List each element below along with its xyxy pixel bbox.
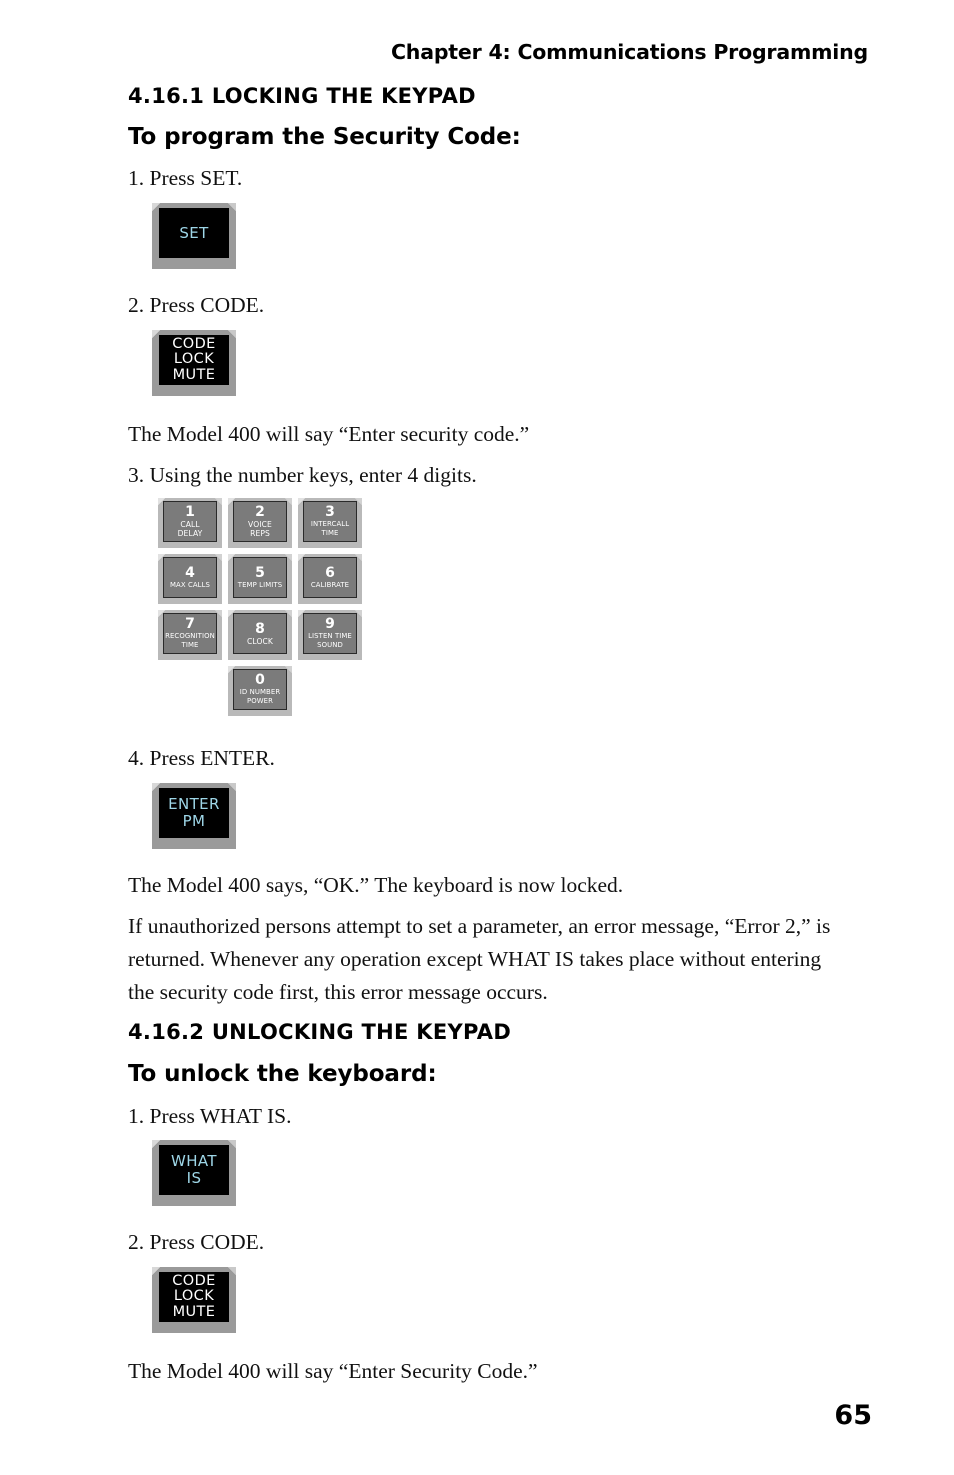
- keypad-key-2-label-1: VOICE: [248, 520, 272, 529]
- key-what-is[interactable]: WHAT IS: [152, 1140, 236, 1206]
- keypad-key-9[interactable]: 9 LISTEN TIME SOUND: [298, 610, 362, 660]
- keypad-key-0-label-1: ID NUMBER: [239, 688, 281, 696]
- keypad-key-7-face: 7 RECOGNITION TIME: [163, 613, 217, 654]
- key-code-lock-mute-2[interactable]: CODE LOCK MUTE: [152, 1267, 236, 1333]
- subheading-unlock-keyboard: To unlock the keyboard:: [128, 1061, 437, 1087]
- key-code-lock-mute-face: CODE LOCK MUTE: [159, 335, 229, 385]
- key-lock-label: LOCK: [173, 351, 215, 368]
- keypad-key-8[interactable]: 8 CLOCK: [228, 610, 292, 660]
- key-mute-label-2: MUTE: [172, 1303, 216, 1320]
- subheading-program-security-code: To program the Security Code:: [128, 124, 521, 150]
- keypad-key-2-face: 2 VOICE REPS: [233, 501, 287, 542]
- step-4-press-enter: 4. Press ENTER.: [128, 746, 275, 770]
- text-error-paragraph: If unauthorized persons attempt to set a…: [128, 914, 831, 1004]
- key-pm-label: PM: [182, 812, 206, 830]
- keypad-key-2-digit: 2: [255, 504, 265, 520]
- keypad-key-1-face: 1 CALL DELAY: [163, 501, 217, 542]
- key-lock-label-2: LOCK: [173, 1288, 215, 1305]
- keypad-key-0[interactable]: 0 ID NUMBER POWER: [228, 666, 292, 716]
- key-code-label-2: CODE: [172, 1272, 216, 1289]
- key-enter-pm-face: ENTER PM: [159, 788, 229, 838]
- key-is-label: IS: [186, 1169, 202, 1187]
- keypad-key-6-digit: 6: [325, 564, 335, 581]
- keypad-key-6[interactable]: 6 CALIBRATE: [298, 554, 362, 604]
- keypad-key-3[interactable]: 3 INTERCALL TIME: [298, 498, 362, 548]
- keypad-key-5-digit: 5: [255, 564, 265, 581]
- keypad-key-9-digit: 9: [325, 616, 335, 632]
- keypad-row-2: 4 MAX CALLS 5 TEMP LIMITS 6 CALIBRATE: [158, 554, 368, 610]
- keypad-key-7[interactable]: 7 RECOGNITION TIME: [158, 610, 222, 660]
- keypad-key-3-label-1: INTERCALL: [310, 520, 350, 528]
- step-1-press-set: 1. Press SET.: [128, 166, 243, 190]
- step-u1-press-what-is: 1. Press WHAT IS.: [128, 1104, 292, 1128]
- key-set-label-1: SET: [179, 223, 209, 242]
- key-mute-label: MUTE: [172, 366, 216, 383]
- key-set-face: SET: [159, 208, 229, 258]
- key-code-label: CODE: [172, 335, 216, 352]
- keypad-key-0-face: 0 ID NUMBER POWER: [233, 669, 287, 710]
- keypad-key-7-label-2: TIME: [181, 641, 199, 649]
- keypad-key-6-face: 6 CALIBRATE: [303, 557, 357, 598]
- text-say-enter-security-code-lower: The Model 400 will say “Enter security c…: [128, 422, 530, 446]
- keypad-key-2[interactable]: 2 VOICE REPS: [228, 498, 292, 548]
- keypad-key-5-face: 5 TEMP LIMITS: [233, 557, 287, 598]
- keypad-key-4[interactable]: 4 MAX CALLS: [158, 554, 222, 604]
- key-what-label: WHAT: [171, 1152, 217, 1170]
- key-enter-pm[interactable]: ENTER PM: [152, 783, 236, 849]
- keypad-key-0-label-2: POWER: [246, 697, 274, 705]
- keypad-key-9-label-2: SOUND: [317, 641, 343, 649]
- keypad-key-1[interactable]: 1 CALL DELAY: [158, 498, 222, 548]
- key-what-is-face: WHAT IS: [159, 1145, 229, 1195]
- keypad-key-1-label-2: DELAY: [177, 529, 203, 538]
- heading-section-4-16-1: 4.16.1 LOCKING THE KEYPAD: [128, 84, 476, 108]
- keypad-row-4: 0 ID NUMBER POWER: [158, 666, 368, 722]
- keypad-key-5[interactable]: 5 TEMP LIMITS: [228, 554, 292, 604]
- key-code-lock-mute[interactable]: CODE LOCK MUTE: [152, 330, 236, 396]
- step-2-press-code: 2. Press CODE.: [128, 293, 265, 317]
- keypad-key-6-label-1: CALIBRATE: [310, 580, 350, 589]
- keypad-key-2-label-2: REPS: [250, 529, 270, 538]
- keypad-key-4-face: 4 MAX CALLS: [163, 557, 217, 598]
- keypad-key-0-digit: 0: [255, 672, 265, 688]
- keypad-key-9-label-1: LISTEN TIME: [308, 632, 352, 640]
- key-set[interactable]: SET: [152, 203, 236, 269]
- numeric-keypad: 1 CALL DELAY 2 VOICE REPS 3 INTERCALL TI…: [158, 498, 368, 726]
- text-say-enter-security-code-upper: The Model 400 will say “Enter Security C…: [128, 1359, 538, 1383]
- keypad-key-3-face: 3 INTERCALL TIME: [303, 501, 357, 542]
- keypad-key-8-label-1: CLOCK: [246, 636, 274, 646]
- keypad-key-7-digit: 7: [185, 616, 195, 632]
- keypad-key-7-label-1: RECOGNITION: [165, 632, 215, 640]
- keypad-key-3-digit: 3: [325, 504, 335, 520]
- keypad-key-5-label-1: TEMP LIMITS: [237, 580, 283, 589]
- page-number: 65: [834, 1400, 872, 1431]
- running-head: Chapter 4: Communications Programming: [390, 40, 868, 64]
- keypad-key-1-label-1: CALL: [180, 520, 200, 529]
- step-u2-press-code: 2. Press CODE.: [128, 1230, 265, 1254]
- keypad-key-8-digit: 8: [255, 620, 265, 637]
- step-3-using-number-keys: 3. Using the number keys, enter 4 digits…: [128, 463, 477, 487]
- keypad-key-9-face: 9 LISTEN TIME SOUND: [303, 613, 357, 654]
- keypad-row-1: 1 CALL DELAY 2 VOICE REPS 3 INTERCALL TI…: [158, 498, 368, 554]
- keypad-key-4-label-1: MAX CALLS: [169, 580, 211, 589]
- text-says-ok-locked: The Model 400 says, “OK.” The keyboard i…: [128, 873, 624, 897]
- key-code-lock-mute-2-face: CODE LOCK MUTE: [159, 1272, 229, 1322]
- heading-section-4-16-2: 4.16.2 UNLOCKING THE KEYPAD: [128, 1020, 512, 1044]
- keypad-key-3-label-2: TIME: [321, 529, 339, 537]
- keypad-row-3: 7 RECOGNITION TIME 8 CLOCK 9 LISTEN TIME…: [158, 610, 368, 666]
- key-enter-label: ENTER: [168, 795, 220, 813]
- keypad-key-8-face: 8 CLOCK: [233, 613, 287, 654]
- document-page: Chapter 4: Communications Programming 4.…: [0, 0, 954, 1475]
- keypad-key-4-digit: 4: [185, 564, 195, 581]
- keypad-key-1-digit: 1: [185, 504, 195, 520]
